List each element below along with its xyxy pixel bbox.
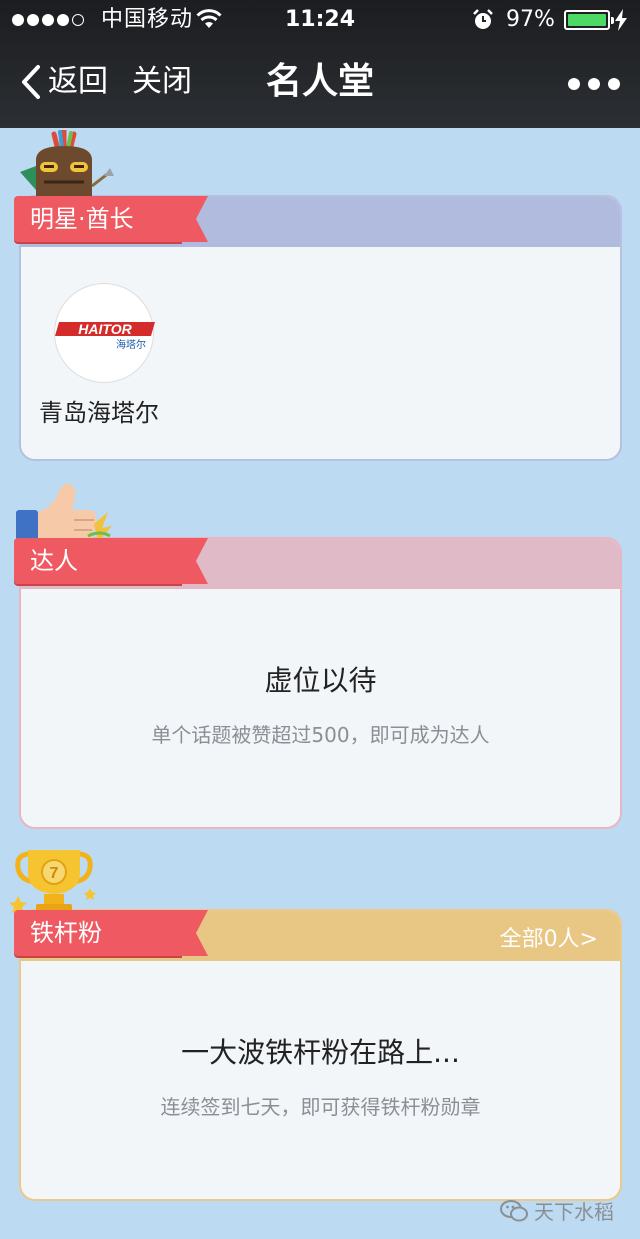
top-bar: 中国移动 11:24 97% 返回 关闭 名人堂 [0,0,640,128]
member-item[interactable]: HAITOR 海塔尔 青岛海塔尔 [39,283,169,428]
trophy-icon: 7 [10,850,96,914]
nav-bar: 返回 关闭 名人堂 [0,40,640,128]
experts-ribbon: 达人 [14,538,208,584]
status-bar: 中国移动 11:24 97% [0,0,640,40]
haitor-logo: HAITOR 海塔尔 [55,321,155,351]
fans-ribbon-label: 铁杆粉 [30,919,102,947]
fans-placeholder-desc: 连续签到七天，即可获得铁杆粉勋章 [160,1095,481,1119]
battery-percent: 97% [506,7,555,32]
tiki-mask-icon [20,130,114,202]
watermark-text: 天下水稻 [534,1200,614,1224]
thumbs-up-icon [16,483,112,544]
stars-ribbon-label: 明星·酋长 [30,205,134,233]
stars-ribbon: 明星·酋长 [14,196,208,242]
fans-ribbon: 铁杆粉 [14,910,208,956]
svg-text:海塔尔: 海塔尔 [116,338,146,351]
more-options-button[interactable] [568,78,620,90]
experts-placeholder-desc: 单个话题被赞超过500，即可成为达人 [151,723,490,747]
battery-icon [564,10,614,30]
member-name: 青岛海塔尔 [39,399,159,427]
svg-text:HAITOR: HAITOR [78,321,132,337]
watermark: 天下水稻 [500,1196,614,1225]
svg-text:7: 7 [50,865,59,882]
experts-placeholder-title: 虚位以待 [264,664,377,697]
alarm-icon [473,9,493,29]
page-title: 名人堂 [265,61,374,102]
member-avatar: HAITOR 海塔尔 [54,283,155,383]
fans-placeholder-title: 一大波铁杆粉在路上... [181,1036,460,1069]
all-fans-link[interactable]: 全部0人> [500,921,598,953]
wechat-icon [500,1199,528,1221]
more-dots-icon [568,78,580,90]
charging-bolt-icon [615,9,627,31]
experts-ribbon-label: 达人 [30,547,78,575]
